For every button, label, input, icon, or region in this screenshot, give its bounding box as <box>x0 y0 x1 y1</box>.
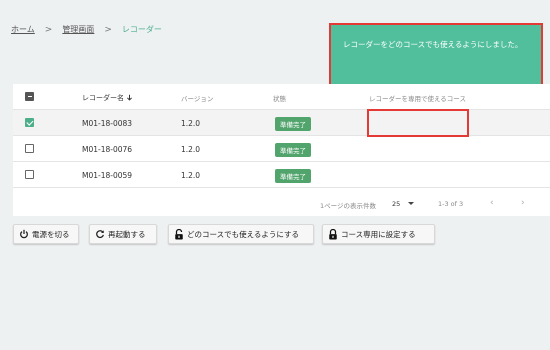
restart-button[interactable]: 再起動する <box>89 224 157 244</box>
prev-page-button[interactable]: ‹ <box>490 198 494 208</box>
row-checkbox[interactable] <box>25 170 34 179</box>
status-badge: 準備完了 <box>275 169 311 183</box>
status-badge: 準備完了 <box>275 143 311 157</box>
rows-per-page-label: 1ページの表示件数 <box>320 202 377 210</box>
recorder-name: M01-18-0083 <box>82 119 133 128</box>
highlight-box <box>367 109 469 137</box>
arrow-down-icon <box>127 94 133 101</box>
breadcrumb-separator: > <box>104 24 112 35</box>
breadcrumb-home-link[interactable]: ホーム <box>11 24 35 35</box>
breadcrumb-admin-link[interactable]: 管理画面 <box>62 24 94 35</box>
row-checkbox[interactable] <box>25 118 34 127</box>
recorder-name: M01-18-0076 <box>82 145 133 154</box>
breadcrumb-current: レコーダー <box>121 25 162 34</box>
recorder-version: 1.2.0 <box>181 171 201 180</box>
select-all-checkbox[interactable] <box>25 92 34 101</box>
lock-to-course-button[interactable]: コース専用に設定する <box>322 224 435 244</box>
power-off-button[interactable]: 電源を切る <box>13 224 79 244</box>
success-toast: レコーダーをどのコースでも使えるようにしました。 <box>329 23 543 86</box>
lock-icon <box>329 228 337 239</box>
breadcrumb: ホーム > 管理画面 > レコーダー <box>11 24 162 35</box>
table-row[interactable]: M01-18-0059 1.2.0 準備完了 <box>13 162 550 188</box>
column-header-status[interactable]: 状態 <box>273 93 286 103</box>
recorder-table: レコーダー名 バージョン 状態 レコーダーを専用で使えるコース M01-18-0… <box>13 84 550 216</box>
toast-message: レコーダーをどのコースでも使えるようにしました。 <box>343 40 523 49</box>
next-page-button[interactable]: › <box>521 198 525 208</box>
recorder-version: 1.2.0 <box>181 119 201 128</box>
table-row[interactable]: M01-18-0076 1.2.0 準備完了 <box>13 136 550 162</box>
table-row[interactable]: M01-18-0083 1.2.0 準備完了 <box>13 109 550 137</box>
recorder-version: 1.2.0 <box>181 145 201 154</box>
caret-down-icon[interactable] <box>408 202 414 205</box>
column-header-version[interactable]: バージョン <box>181 93 213 103</box>
recorder-name: M01-18-0059 <box>82 171 133 180</box>
status-badge: 準備完了 <box>275 117 311 131</box>
unlock-all-courses-button[interactable]: どのコースでも使えるようにする <box>168 224 314 244</box>
table-pagination: 1ページの表示件数 25 1-3 of 3 ‹ › <box>13 188 550 216</box>
rows-per-page-select[interactable]: 25 <box>392 200 400 208</box>
lock-open-icon <box>175 228 183 239</box>
refresh-icon <box>96 230 104 239</box>
table-header: レコーダー名 バージョン 状態 レコーダーを専用で使えるコース <box>13 84 550 110</box>
column-header-course: レコーダーを専用で使えるコース <box>369 95 466 103</box>
row-checkbox[interactable] <box>25 144 34 153</box>
column-header-name[interactable]: レコーダー名 <box>82 93 133 103</box>
breadcrumb-separator: > <box>44 24 53 35</box>
power-icon <box>20 229 28 239</box>
pagination-range: 1-3 of 3 <box>438 200 464 208</box>
